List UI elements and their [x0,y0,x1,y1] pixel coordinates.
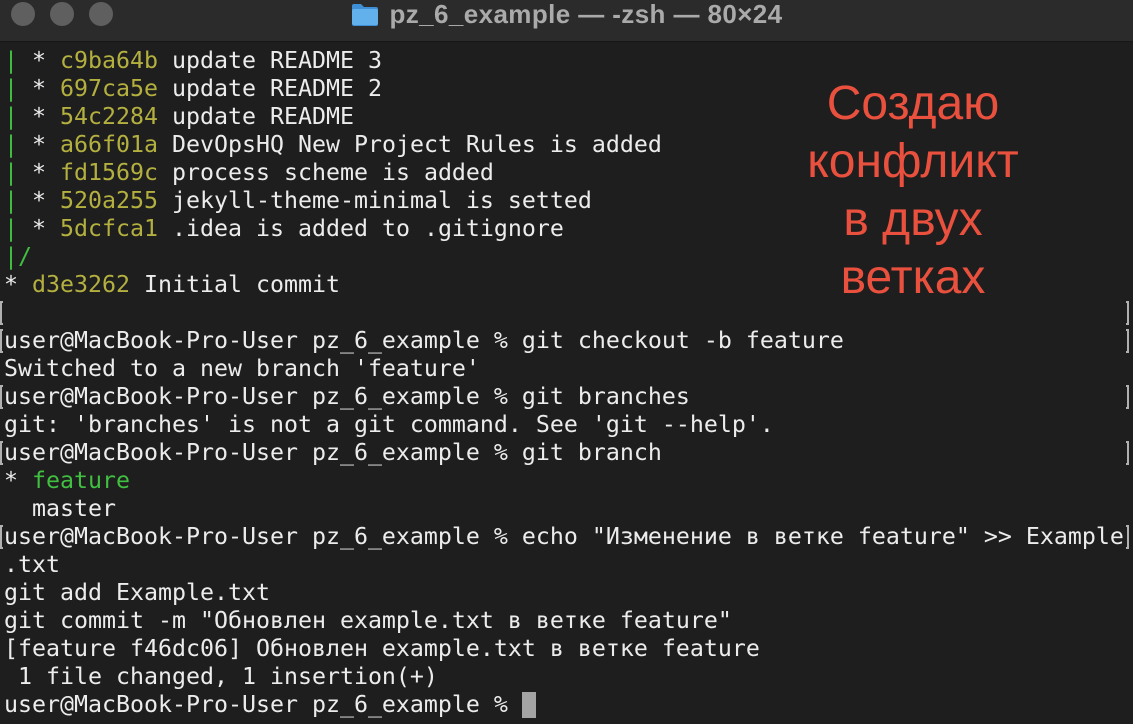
text-cursor [521,692,536,718]
shell-prompt: user@MacBook-Pro-User pz_6_example % [4,691,522,718]
line-mark-right [1126,329,1129,353]
terminal-window[interactable]: pz_6_example — -zsh — 80×24 | * c9ba64b … [0,0,1133,724]
annotation-line: ветках [840,251,986,304]
shell-command: git checkout -b feature [521,327,844,354]
title-bar[interactable]: pz_6_example — -zsh — 80×24 [0,0,1133,42]
commit-node: * [4,271,32,298]
commit-node: * [18,75,60,102]
output-text: 1 file changed, 1 insertion(+) [4,663,438,690]
output-text: update README [157,103,354,130]
commit-node: * [18,159,60,186]
line-mark-right [1126,385,1129,409]
commit-hash: d3e3262 [32,271,130,298]
output-text: [feature f46dc06] Обновлен example.txt в… [4,635,760,662]
terminal-line: user@MacBook-Pro-User pz_6_example % ech… [0,523,1133,551]
terminal-line: git commit -m "Обновлен example.txt в ве… [0,607,1133,635]
terminal-line: * feature [0,467,1133,495]
line-mark-left [0,385,3,409]
line-mark-right [1126,441,1129,465]
terminal-line: git: 'branches' is not a git command. Se… [0,411,1133,439]
line-mark-right [1126,525,1129,549]
commit-node: * [18,131,60,158]
terminal-line: user@MacBook-Pro-User pz_6_example % git… [0,383,1133,411]
shell-prompt: user@MacBook-Pro-User pz_6_example % [4,327,522,354]
window-title-text: pz_6_example — -zsh — 80×24 [389,0,783,29]
git-graph-edge: | [4,47,18,74]
annotation-overlay: Создаю конфликт в двух ветках [763,75,1063,307]
output-text: master [4,495,116,522]
line-mark-left [0,329,3,353]
commit-hash: 520a255 [60,187,158,214]
commit-hash: fd1569c [60,159,158,186]
commit-hash: a66f01a [60,131,158,158]
output-text: update README 3 [157,47,382,74]
commit-hash: c9ba64b [60,47,158,74]
annotation-line: конфликт [807,135,1019,188]
commit-node: * [18,215,60,242]
annotation-line: Создаю [826,77,1000,130]
commit-hash: 54c2284 [60,103,158,130]
git-graph-edge: | [4,131,18,158]
line-mark-left [0,525,3,549]
output-text: git: 'branches' is not a git command. Se… [4,411,774,438]
terminal-line: master [0,495,1133,523]
terminal-line: .txt [0,551,1133,579]
line-mark-left [0,301,3,325]
terminal-line: user@MacBook-Pro-User pz_6_example % git… [0,327,1133,355]
current-branch-marker: * [4,467,32,494]
commit-node: * [18,103,60,130]
terminal-line: Switched to a new branch 'feature' [0,355,1133,383]
terminal-line: [feature f46dc06] Обновлен example.txt в… [0,635,1133,663]
annotation-line: в двух [843,193,983,246]
output-text: .idea is added to .gitignore [157,215,564,242]
commit-node: * [18,187,60,214]
branch-name: feature [32,467,130,494]
shell-prompt: user@MacBook-Pro-User pz_6_example % [4,439,522,466]
output-text: Initial commit [129,271,340,298]
commit-hash: 5dcfca1 [60,215,158,242]
window-title: pz_6_example — -zsh — 80×24 [0,0,1133,28]
terminal-line: user@MacBook-Pro-User pz_6_example % [0,691,1133,719]
git-graph-edge: | [4,215,18,242]
shell-command: echo "Изменение в ветке feature" >> Exam… [521,523,1124,550]
commit-hash: 697ca5e [60,75,158,102]
terminal-line: git add Example.txt [0,579,1133,607]
shell-prompt: user@MacBook-Pro-User pz_6_example % [4,523,522,550]
git-graph-edge: | [4,103,18,130]
output-text: Switched to a new branch 'feature' [4,355,480,382]
terminal-line: | * c9ba64b update README 3 [0,47,1133,75]
shell-command: git commit -m "Обновлен example.txt в ве… [4,607,732,634]
commit-node: * [18,47,60,74]
shell-prompt: user@MacBook-Pro-User pz_6_example % [4,383,522,410]
terminal-line: user@MacBook-Pro-User pz_6_example % git… [0,439,1133,467]
git-graph-edge: | [4,159,18,186]
terminal-line: 1 file changed, 1 insertion(+) [0,663,1133,691]
git-graph-edge: | [4,75,18,102]
line-mark-right [1126,301,1129,325]
folder-icon [350,1,380,27]
shell-command: git branch [521,439,662,466]
output-text: process scheme is added [157,159,494,186]
output-text: DevOpsHQ New Project Rules is added [157,131,662,158]
git-graph-edge: |/ [4,243,32,270]
shell-command: git branches [521,383,690,410]
line-mark-left [0,441,3,465]
git-graph-edge: | [4,187,18,214]
shell-command: git add Example.txt [4,579,270,606]
output-text: jekyll-theme-minimal is setted [157,187,592,214]
shell-command: .txt [4,551,60,578]
output-text: update README 2 [157,75,382,102]
